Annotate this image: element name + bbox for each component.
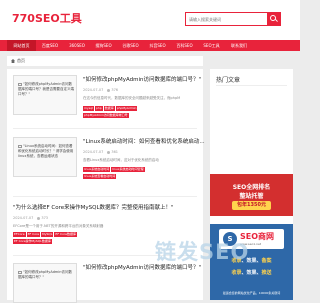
breadcrumb: 首页 [7,56,203,66]
nav-item-google-seo[interactable]: 谷歌SEO [117,40,144,51]
nav-item-douyin-seo[interactable]: 抖音SEO [144,40,171,51]
thumbnail-caption: "Linux系统启动时间：如何查看和优化系统启动时长？" 请学会使用linux系… [18,144,74,158]
article-excerpt: 在这今的信息时代，数据库的安全问题越来越受关注，而phpM [83,96,181,100]
tag[interactable]: phpMyAdmin访问数据库端口号 [83,113,129,118]
image-icon [18,270,22,274]
site-logo[interactable]: 770SEO工具 [12,10,82,26]
article-title[interactable]: "Linux系统启动时间：如何查看和优化系统启动... [83,139,205,146]
article-title[interactable]: "为什么选择EF Core来操作MySQL数据库？完整使用指南献上！" [13,205,174,212]
article-thumbnail[interactable]: "如何修改phpMyAdmin访问数据库的端口号？我是否需要自定义端口号？" [13,75,77,115]
search-input[interactable] [186,13,266,25]
ad-footnote: 最适合您的网站优化产品，10000条关键词 [222,291,281,295]
tag[interactable]: linux系统启动时间管理 [111,167,145,172]
article-tags: linux系统启动时间 linux系统启动时间管理 [83,167,146,172]
site-header: 770SEO工具 [0,0,300,40]
article-date: 2024-07-07 [83,150,104,154]
article-excerpt: 查看Linux系统启动时间，这对于优化系统的启动 [83,158,159,162]
nav-item-sogou-seo[interactable]: 搜狗SEO [90,40,117,51]
article-views: 361 [111,150,119,154]
article-excerpt: EFCore是一个用于.NET的开源和跨平台的对象关系映射器 [13,224,104,228]
sidebar-title: 热门文章 [216,77,241,84]
divider [216,85,287,86]
article-views: 373 [41,216,49,220]
article-item: "Linux系统启动时间：如何查看和优化系统启动时长？" 请学会使用linux系… [7,129,205,189]
article-tags: linux系统查看启动时间 [83,174,117,179]
nav-item-baike-seo[interactable]: 百科SEO [171,40,198,51]
eye-icon [107,88,111,92]
article-meta: 2024-07-07 376 [83,88,118,92]
nav-item-contact[interactable]: 联系我们 [225,40,253,51]
tag[interactable]: EF Core操作MySQL数据库 [13,239,52,244]
ad-subheadline: 整站托管 [239,193,264,200]
article-tags: EF Core操作MySQL数据库 [13,239,53,244]
nav-item-baidu-seo[interactable]: 百度SEO [36,40,64,51]
main-nav: 网站首页 百度SEO 360SEO 搜狗SEO 谷歌SEO 抖音SEO 百科SE… [0,40,300,51]
article-title[interactable]: "如何修改phpMyAdmin访问数据库的端口号？" [83,77,201,84]
tag[interactable]: MySQL [41,232,54,237]
article-meta: 2024-07-07 373 [13,216,48,220]
article-meta: 2024-07-07 361 [83,150,118,154]
article-tags: mysql php 数据库 phpMyAdmin [83,106,138,111]
nav-item-home[interactable]: 网站首页 [7,40,36,51]
article-date: 2024-07-07 [83,88,104,92]
eye-icon [107,150,111,154]
tag[interactable]: linux系统启动时间 [83,167,111,172]
article-date: 2024-07-07 [13,216,34,220]
thumbnail-caption: "如何修改phpMyAdmin访问数据库的端口号？" [18,270,73,279]
search-box [185,12,281,26]
ad-price-button[interactable]: 包年1350元 [232,201,271,210]
article-item: "如何修改phpMyAdmin访问数据库的端口号？我是否需要自定义端口号？" "… [7,69,203,129]
ad-banner-seo-hosting[interactable]: SEO全网排名 整站托管 包年1350元 [210,174,293,216]
tag[interactable]: linux系统查看启动时间 [83,174,117,179]
article-thumbnail[interactable]: "如何修改phpMyAdmin访问数据库的端口号？" [13,263,77,303]
tag[interactable]: mysql [83,106,94,111]
eye-icon [37,216,41,220]
tag[interactable]: php [95,106,103,111]
ad-headline: SEO全网排名 [232,184,271,191]
tag[interactable]: EF Core数据库 [54,232,77,237]
image-icon [18,144,22,148]
search-button[interactable] [267,13,280,25]
thumbnail-caption: "如何修改phpMyAdmin访问数据库的端口号？我是否需要自定义端口号？" [18,82,74,96]
breadcrumb-home[interactable]: 首页 [17,58,25,63]
tag[interactable]: phpMyAdmin [115,106,138,111]
article-tags: phpMyAdmin访问数据库端口号 [83,113,130,118]
article-views: 376 [111,88,119,92]
nav-item-seo-tools[interactable]: SEO工具 [198,40,225,51]
image-icon [18,82,22,86]
tag[interactable]: EFCore [13,232,26,237]
article-thumbnail[interactable]: "Linux系统启动时间：如何查看和优化系统启动时长？" 请学会使用linux系… [13,137,77,177]
watermark: 链发SEO [155,240,250,264]
home-icon [11,59,15,63]
tag[interactable]: 数据库 [103,106,115,111]
tag[interactable]: EF Core [26,232,41,237]
article-tags: EFCore EF Core MySQL EF Core数据库 [13,232,78,237]
nav-item-360-seo[interactable]: 360SEO [64,40,90,51]
